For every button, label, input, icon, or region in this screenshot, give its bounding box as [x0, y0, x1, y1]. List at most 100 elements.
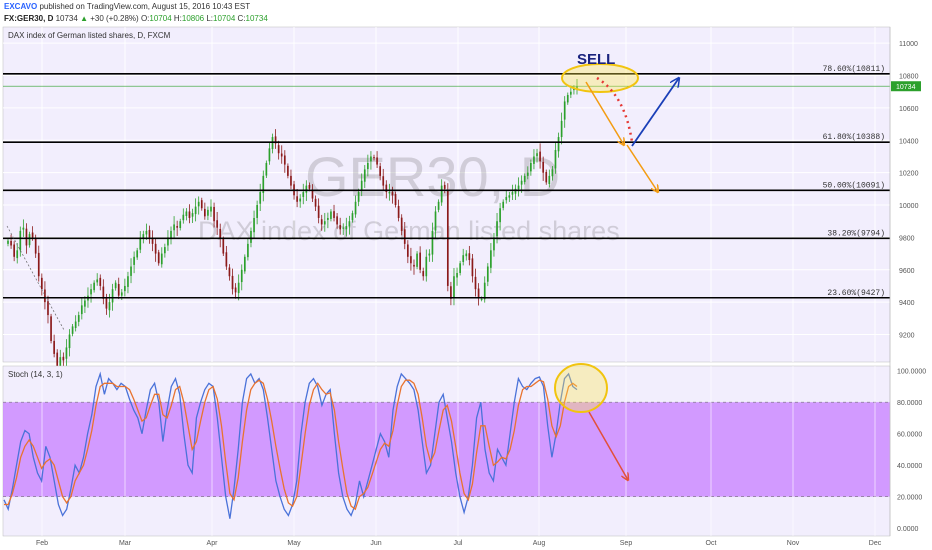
candle-body — [388, 192, 391, 194]
candle-body — [317, 205, 320, 218]
candle-body — [363, 169, 366, 182]
candle-body — [542, 161, 545, 173]
time-tick-label: Dec — [869, 540, 882, 547]
candle-body — [22, 227, 25, 230]
candle-body — [311, 190, 314, 199]
candle-body — [530, 162, 532, 172]
price-tick-label: 10000 — [899, 203, 919, 210]
candle-body — [176, 226, 179, 228]
candle-body — [127, 276, 129, 287]
candle-body — [462, 255, 465, 262]
candle-body — [148, 229, 151, 238]
candle-body — [185, 211, 188, 217]
candle-body — [13, 244, 15, 257]
watermark-description: DAX index of German listed shares — [198, 216, 620, 246]
candle-body — [111, 289, 114, 303]
candle-body — [197, 201, 200, 207]
candle-body — [170, 230, 172, 239]
candle-body — [265, 162, 268, 176]
candle-body — [290, 175, 292, 186]
candle-body — [391, 192, 394, 196]
candle-body — [348, 221, 351, 227]
candle-body — [124, 285, 126, 292]
publisher-name[interactable]: EXCAVO — [4, 2, 37, 11]
price-tick-label: 10800 — [899, 74, 919, 81]
candle-body — [28, 234, 31, 246]
candle-body — [210, 206, 212, 212]
candle-body — [330, 211, 332, 219]
candle-body — [25, 228, 28, 246]
candle-body — [560, 120, 563, 138]
candle-body — [93, 282, 95, 291]
candle-body — [164, 247, 166, 254]
candle-body — [280, 153, 283, 157]
stoch-highlight — [554, 363, 608, 413]
candle-body — [287, 165, 289, 176]
candle-body — [47, 301, 49, 316]
change-up-icon: ▲ — [80, 14, 88, 23]
candle-body — [44, 289, 46, 303]
stoch-tick-label: 100.0000 — [897, 369, 926, 376]
candle-body — [511, 192, 514, 195]
candle-body — [471, 258, 474, 277]
candle-body — [502, 201, 505, 208]
candle-body — [108, 302, 111, 311]
candle-body — [490, 250, 492, 268]
candle-body — [90, 289, 92, 295]
time-tick-label: Sep — [620, 540, 633, 547]
candle-body — [323, 221, 326, 225]
chart-title: DAX index of German listed shares, D, FX… — [8, 31, 171, 40]
candle-body — [305, 185, 308, 193]
candle-body — [539, 151, 541, 162]
candle-body — [228, 267, 231, 277]
stoch-title: Stoch (14, 3, 1) — [8, 370, 63, 379]
candle-body — [443, 184, 446, 189]
candle-body — [194, 206, 197, 215]
fib-label: 23.60%(9427) — [827, 289, 885, 298]
candle-body — [394, 194, 397, 206]
stoch-tick-label: 0.0000 — [897, 526, 919, 533]
candle-body — [219, 228, 222, 240]
candle-body — [117, 283, 120, 296]
candle-body — [382, 176, 385, 186]
candle-body — [370, 156, 372, 162]
candle-body — [99, 277, 102, 286]
candle-body — [339, 225, 342, 230]
candle-body — [425, 256, 428, 277]
candle-body — [296, 196, 298, 202]
price-tick-label: 9800 — [899, 235, 915, 242]
candle-body — [225, 252, 228, 267]
candle-body — [551, 169, 554, 177]
candle-body — [308, 184, 311, 189]
candle-body — [453, 276, 455, 298]
candle-body — [188, 211, 191, 218]
candle-body — [283, 155, 286, 165]
candle-body — [333, 211, 335, 218]
time-tick-label: Apr — [207, 540, 219, 547]
chart-canvas[interactable]: GER30, D DAX index of German listed shar… — [0, 26, 932, 550]
symbol-label[interactable]: FX:GER30, D — [4, 14, 53, 23]
candle-body — [554, 149, 557, 169]
candle-body — [37, 252, 40, 277]
candle-body — [428, 253, 431, 256]
candle-body — [526, 172, 529, 176]
candle-body — [271, 137, 274, 150]
price-change: +30 (+0.28%) — [90, 14, 139, 23]
candle-body — [203, 208, 206, 217]
sell-highlight — [561, 63, 639, 93]
close-label: C: — [237, 14, 246, 23]
time-tick-label: Mar — [119, 540, 132, 547]
candle-body — [139, 237, 142, 250]
candle-body — [545, 172, 548, 183]
time-axis: Feb Mar Apr May Jun Jul Aug Sep Oct Nov Dec — [36, 540, 882, 547]
fib-label: 38.20%(9794) — [827, 229, 885, 238]
candle-body — [563, 101, 566, 120]
candle-body — [10, 240, 12, 246]
candle-body — [517, 185, 520, 190]
candle-body — [373, 157, 375, 159]
candle-body — [16, 250, 19, 259]
candle-body — [456, 272, 458, 278]
time-tick-label: Jun — [370, 540, 381, 547]
stoch-tick-label: 40.0000 — [897, 463, 922, 470]
time-tick-label: Aug — [533, 540, 546, 547]
